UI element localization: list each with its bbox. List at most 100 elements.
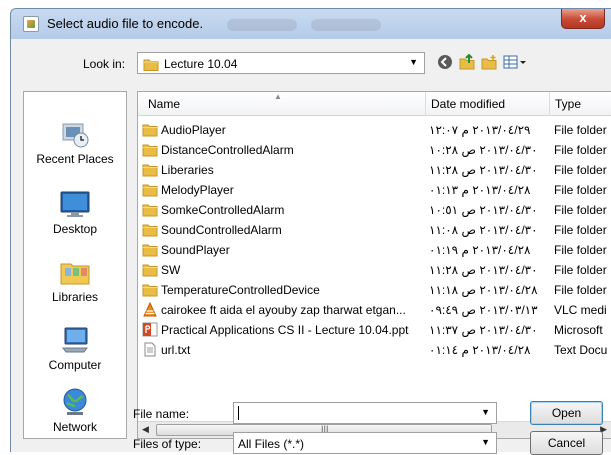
open-button[interactable]: Open bbox=[530, 401, 603, 425]
file-type: File folder bbox=[554, 263, 607, 277]
column-separator[interactable] bbox=[425, 92, 426, 116]
file-row[interactable]: SW ٢٠١٣/٠٤/٣٠ ص ١١:٢٨ File folder bbox=[138, 260, 611, 280]
file-type: File folder bbox=[554, 243, 607, 257]
place-computer[interactable]: Computer bbox=[24, 324, 126, 372]
look-in-value: Lecture 10.04 bbox=[164, 57, 238, 71]
chevron-down-icon[interactable]: ▼ bbox=[481, 407, 490, 417]
blurred-title-area bbox=[227, 19, 297, 31]
file-row[interactable]: SomkeControlledAlarm ٢٠١٣/٠٤/٣٠ ص ١٠:٥١ Fi… bbox=[138, 200, 611, 220]
file-date-modified: ٢٠١٣/٠٤/٣٠ ص ١٠:٥١ bbox=[429, 203, 538, 217]
column-date-modified[interactable]: Date modified bbox=[431, 97, 505, 111]
dialog-body: Look in: Lecture 10.04 ▼ Recent Places D… bbox=[11, 39, 611, 455]
file-type: File folder bbox=[554, 163, 607, 177]
file-row[interactable]: SoundPlayer ٢٠١٣/٠٤/٢٨ م ٠١:١٩ File folder bbox=[138, 240, 611, 260]
file-name-input[interactable]: ▼ bbox=[233, 402, 497, 424]
column-separator[interactable] bbox=[549, 92, 550, 116]
back-icon[interactable] bbox=[437, 54, 453, 70]
file-name: DistanceControlledAlarm bbox=[161, 143, 294, 157]
file-list[interactable]: Name ▲ Date modified Type AudioPlayer ٢٠١… bbox=[137, 91, 611, 439]
file-type: Microsoft bbox=[554, 323, 603, 337]
libraries-icon bbox=[59, 256, 91, 288]
window-title: Select audio file to encode. bbox=[47, 16, 204, 31]
file-row[interactable]: MelodyPlayer ٢٠١٣/٠٤/٢٨ م ٠١:١٣ File folde… bbox=[138, 180, 611, 200]
file-row[interactable]: Practical Applications CS II - Lecture 1… bbox=[138, 320, 611, 340]
file-date-modified: ٢٠١٣/٠٤/٣٠ ص ١١:٢٨ bbox=[429, 163, 538, 177]
app-icon bbox=[23, 16, 39, 32]
place-desktop[interactable]: Desktop bbox=[24, 188, 126, 236]
file-type: VLC medi bbox=[554, 303, 607, 317]
file-date-modified: ٢٠١٣/٠٤/٢٨ م ٠١:١٩ bbox=[429, 243, 531, 257]
folder-icon bbox=[142, 182, 158, 197]
close-button[interactable]: x bbox=[561, 9, 605, 29]
title-bar[interactable]: Select audio file to encode. x bbox=[11, 9, 611, 39]
folder-icon bbox=[143, 57, 159, 74]
file-row[interactable]: Liberaries ٢٠١٣/٠٤/٣٠ ص ١١:٢٨ File folder bbox=[138, 160, 611, 180]
place-recent-places[interactable]: Recent Places bbox=[24, 118, 126, 166]
file-name: cairokee ft aida el ayouby zap tharwat e… bbox=[161, 303, 406, 317]
chevron-down-icon[interactable]: ▼ bbox=[409, 57, 418, 67]
file-type: File folder bbox=[554, 143, 607, 157]
file-name: SoundPlayer bbox=[161, 243, 230, 257]
file-row[interactable]: url.txt ٢٠١٣/٠٤/٢٨ م ٠١:١٤ Text Docu bbox=[138, 340, 611, 360]
file-type: File folder bbox=[554, 123, 607, 137]
file-row[interactable]: cairokee ft aida el ayouby zap tharwat e… bbox=[138, 300, 611, 320]
place-label: Computer bbox=[48, 358, 102, 372]
look-in-combobox[interactable]: Lecture 10.04 ▼ bbox=[137, 52, 425, 74]
files-of-type-label: Files of type: bbox=[133, 437, 202, 451]
places-bar: Recent Places Desktop Libraries Computer bbox=[23, 91, 127, 439]
files-of-type-value: All Files (*.*) bbox=[238, 437, 305, 451]
file-name: Liberaries bbox=[161, 163, 214, 177]
file-date-modified: ٢٠١٣/٠٤/٣٠ ص ١١:٠٨ bbox=[429, 223, 538, 237]
file-type: File folder bbox=[554, 183, 607, 197]
new-folder-icon[interactable] bbox=[481, 54, 497, 70]
chevron-down-icon[interactable]: ▼ bbox=[481, 437, 490, 447]
file-name: SW bbox=[161, 263, 181, 277]
column-type[interactable]: Type bbox=[555, 97, 581, 111]
file-type: File folder bbox=[554, 223, 607, 237]
folder-icon bbox=[142, 202, 158, 217]
file-name: MelodyPlayer bbox=[161, 183, 234, 197]
text-caret bbox=[238, 406, 239, 420]
file-name: TemperatureControlledDevice bbox=[161, 283, 320, 297]
place-network[interactable]: Network bbox=[24, 386, 126, 434]
place-label: Libraries bbox=[51, 290, 99, 304]
file-name: SomkeControlledAlarm bbox=[161, 203, 285, 217]
recent-places-icon bbox=[59, 118, 91, 150]
computer-icon bbox=[59, 324, 91, 356]
file-name: Practical Applications CS II - Lecture 1… bbox=[161, 323, 409, 337]
up-folder-icon[interactable] bbox=[459, 53, 475, 70]
file-date-modified: ٢٠١٣/٠٤/٣٠ ص ١١:٢٨ bbox=[429, 263, 538, 277]
text-file-icon bbox=[142, 342, 158, 357]
place-label: Desktop bbox=[52, 222, 98, 236]
blurred-title-area-2 bbox=[311, 19, 381, 31]
column-name[interactable]: Name bbox=[148, 97, 180, 111]
file-name: AudioPlayer bbox=[161, 123, 226, 137]
file-name: SoundControlledAlarm bbox=[161, 223, 282, 237]
folder-icon bbox=[142, 262, 158, 277]
folder-icon bbox=[142, 222, 158, 237]
file-date-modified: ٢٠١٣/٠٣/١٣ ص ٠٩:٤٩ bbox=[429, 303, 538, 317]
file-row[interactable]: SoundControlledAlarm ٢٠١٣/٠٤/٣٠ ص ١١:٠٨ Fi… bbox=[138, 220, 611, 240]
powerpoint-icon bbox=[142, 322, 158, 337]
files-of-type-select[interactable]: All Files (*.*) ▼ bbox=[233, 432, 497, 454]
file-row[interactable]: DistanceControlledAlarm ٢٠١٣/٠٤/٣٠ ص ١٠:٢… bbox=[138, 140, 611, 160]
file-type: Text Docu bbox=[554, 343, 608, 357]
scroll-left-icon[interactable]: ◀ bbox=[142, 424, 149, 435]
look-in-label: Look in: bbox=[83, 57, 126, 71]
place-libraries[interactable]: Libraries bbox=[24, 256, 126, 304]
file-name-label: File name: bbox=[133, 407, 190, 421]
file-row[interactable]: AudioPlayer ٢٠١٣/٠٤/٢٩ م ١٢:٠٧ File folder bbox=[138, 120, 611, 140]
folder-icon bbox=[142, 242, 158, 257]
folder-icon bbox=[142, 142, 158, 157]
file-date-modified: ٢٠١٣/٠٤/٢٨ ص ١١:١٨ bbox=[429, 283, 538, 297]
file-date-modified: ٢٠١٣/٠٤/٢٨ م ٠١:١٣ bbox=[429, 183, 531, 197]
file-type: File folder bbox=[554, 283, 607, 297]
view-menu-icon[interactable] bbox=[503, 54, 529, 70]
folder-icon bbox=[142, 282, 158, 297]
folder-icon bbox=[142, 162, 158, 177]
file-name: url.txt bbox=[161, 343, 191, 357]
file-row[interactable]: TemperatureControlledDevice ٢٠١٣/٠٤/٢٨ ص … bbox=[138, 280, 611, 300]
cancel-button[interactable]: Cancel bbox=[530, 431, 603, 455]
place-label: Network bbox=[52, 420, 97, 434]
file-date-modified: ٢٠١٣/٠٤/٢٩ م ١٢:٠٧ bbox=[429, 123, 531, 137]
